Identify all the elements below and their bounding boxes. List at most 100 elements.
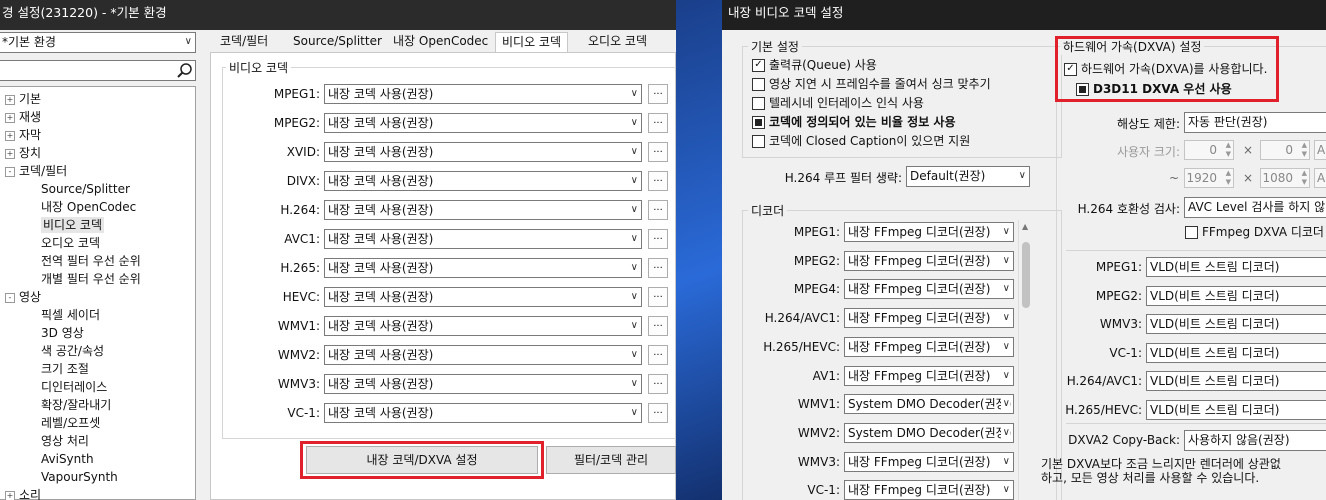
codec-options-button[interactable]: ... (648, 84, 668, 104)
tree-item[interactable]: - 코덱/필터 (5, 163, 67, 179)
tree-item[interactable]: + 기본 (5, 91, 41, 107)
expand-icon[interactable]: + (5, 490, 15, 500)
tree-item[interactable]: 영상 처리 (41, 433, 89, 449)
tree-item[interactable]: Source/Splitter (41, 181, 130, 197)
tree-item[interactable]: 디인터레이스 (41, 379, 107, 395)
profile-combo[interactable]: *기본 환경 ∨ (0, 32, 196, 53)
tree-item[interactable]: 레벨/오프셋 (41, 415, 100, 431)
tree-item[interactable]: + 자막 (5, 127, 41, 143)
tree-search-input[interactable] (0, 60, 196, 81)
codec-row-combo[interactable]: 내장 코덱 사용(권장) ∨ (324, 403, 642, 423)
ffmpeg-dxva-checkbox[interactable]: FFmpeg DXVA 디코더 사 (1185, 224, 1326, 240)
tree-item[interactable]: 픽셀 세이더 (41, 307, 100, 323)
decoder-row-combo[interactable]: System DMO Decoder(권장) ∨ (844, 422, 1014, 443)
codec-row-value: 내장 코덱 사용(권장) (328, 116, 434, 130)
codec-row-combo[interactable]: 내장 코덱 사용(권장) ∨ (324, 316, 642, 336)
decoder-row-combo[interactable]: 내장 FFmpeg 디코더(권장) ∨ (844, 480, 1014, 500)
expand-icon[interactable]: + (5, 94, 15, 105)
codec-row-combo[interactable]: 내장 코덱 사용(권장) ∨ (324, 171, 642, 191)
copyback-combo[interactable]: 사용하지 않음(권장) (1184, 430, 1326, 451)
tree-item[interactable]: VapourSynth (41, 469, 118, 485)
tree-item[interactable]: AviSynth (41, 451, 94, 467)
tab-video-codec[interactable]: 비디오 코덱 (495, 32, 569, 53)
tab-source-splitter[interactable]: Source/Splitter (287, 32, 388, 52)
collapse-icon[interactable]: - (5, 292, 15, 303)
codec-row-combo[interactable]: 내장 코덱 사용(권장) ∨ (324, 345, 642, 365)
user-width-min-spin[interactable]: 0 ▲ ▼ (1184, 140, 1234, 160)
tree-item[interactable]: - 영상 (5, 289, 41, 305)
basic-setting-checkbox[interactable]: 텔레시네 인터레이스 인식 사용 (752, 95, 924, 111)
codec-options-button[interactable]: ... (648, 374, 668, 394)
tree-item[interactable]: 크기 조절 (41, 361, 89, 377)
codec-options-button[interactable]: ... (648, 287, 668, 307)
collapse-icon[interactable]: - (5, 166, 15, 177)
resolution-limit-combo[interactable]: 자동 판단(권장) (1184, 112, 1326, 133)
tree-item[interactable]: + 소리 (5, 487, 41, 500)
codec-options-button[interactable]: ... (648, 258, 668, 278)
filter-codec-manage-button[interactable]: 필터/코덱 관리 (546, 446, 676, 474)
tree-item[interactable]: 비디오 코덱 (41, 217, 105, 233)
decoder-row-combo[interactable]: System DMO Decoder(권장) ∨ (844, 394, 1014, 415)
h264-compat-combo[interactable]: AVC Level 검사를 하지 않 (1184, 197, 1326, 218)
decoder-row-combo[interactable]: 내장 FFmpeg 디코더(권장) ∨ (844, 222, 1014, 242)
codec-row-combo[interactable]: 내장 코덱 사용(권장) ∨ (324, 258, 642, 278)
tree-item-label: 영상 처리 (41, 434, 89, 448)
h264-loop-filter-combo[interactable]: Default(권장) ∨ (906, 166, 1030, 187)
expand-icon[interactable]: + (5, 148, 15, 159)
decoder-row-combo[interactable]: 내장 FFmpeg 디코더(권장) ∨ (844, 451, 1014, 472)
codec-row-combo[interactable]: 내장 코덱 사용(권장) ∨ (324, 142, 642, 162)
tree-item[interactable]: 색 공간/속성 (41, 343, 104, 359)
codec-options-button[interactable]: ... (648, 403, 668, 423)
dxva-mode-combo[interactable]: VLD(비트 스트림 디코더) (1146, 285, 1326, 306)
tree-item[interactable]: 개별 필터 우선 순위 (41, 271, 141, 287)
tree-item[interactable]: 내장 OpenCodec (41, 199, 136, 215)
expand-icon[interactable]: + (5, 130, 15, 141)
dxva-mode-combo[interactable]: VLD(비트 스트림 디코더) (1146, 257, 1326, 277)
tree-item[interactable]: + 재생 (5, 109, 41, 125)
dxva-mode-combo[interactable]: VLD(비트 스트림 디코더) (1146, 400, 1326, 420)
tab-audio-codec[interactable]: 오디오 코덱 (582, 32, 653, 52)
codec-options-button[interactable]: ... (648, 229, 668, 249)
codec-options-button[interactable]: ... (648, 200, 668, 220)
codec-row-combo[interactable]: 내장 코덱 사용(권장) ∨ (324, 200, 642, 220)
codec-options-button[interactable]: ... (648, 345, 668, 365)
codec-row-combo[interactable]: 내장 코덱 사용(권장) ∨ (324, 374, 642, 394)
basic-setting-checkbox[interactable]: 코덱에 Closed Caption이 있으면 지원 (752, 133, 970, 149)
codec-options-button[interactable]: ... (648, 316, 668, 336)
dxva-mode-value: VLD(비트 스트림 디코더) (1150, 403, 1280, 417)
tree-item[interactable]: 전역 필터 우선 순위 (41, 253, 141, 269)
decoder-scrollbar[interactable]: ▲ (1018, 220, 1033, 500)
decoder-row-combo[interactable]: 내장 FFmpeg 디코더(권장) ∨ (844, 250, 1014, 271)
user-height-min-spin[interactable]: 0 ▲ ▼ (1260, 140, 1310, 160)
basic-setting-label: 영상 지연 시 프레임수를 줄여서 싱크 맞추기 (769, 77, 991, 91)
codec-options-button[interactable]: ... (648, 113, 668, 133)
scroll-thumb[interactable] (1022, 242, 1030, 308)
tree-item[interactable]: 확장/잘라내기 (41, 397, 111, 413)
decoder-row-combo[interactable]: 내장 FFmpeg 디코더(권장) ∨ (844, 308, 1014, 329)
tree-item[interactable]: 3D 영상 (41, 325, 84, 341)
tree-item[interactable]: + 장치 (5, 145, 41, 161)
tab-opencodec[interactable]: 내장 OpenCodec (387, 32, 494, 52)
codec-row-combo[interactable]: 내장 코덱 사용(권장) ∨ (324, 287, 642, 307)
decoder-row-combo[interactable]: 내장 FFmpeg 디코더(권장) ∨ (844, 336, 1014, 357)
dxva-mode-combo[interactable]: VLD(비트 스트림 디코더) (1146, 342, 1326, 363)
user-height-max-spin[interactable]: 1080 ▲ ▼ (1260, 168, 1310, 188)
codec-row-combo[interactable]: 내장 코덱 사용(권장) ∨ (324, 84, 642, 104)
codec-row-combo[interactable]: 내장 코덱 사용(권장) ∨ (324, 113, 642, 133)
dxva-mode-combo[interactable]: VLD(비트 스트림 디코더) (1146, 371, 1326, 392)
decoder-row-combo[interactable]: 내장 FFmpeg 디코더(권장) ∨ (844, 279, 1014, 300)
basic-setting-checkbox[interactable]: 영상 지연 시 프레임수를 줄여서 싱크 맞추기 (752, 76, 991, 92)
dxva-mode-combo[interactable]: VLD(비트 스트림 디코더) (1146, 314, 1326, 335)
tab-codec-filter[interactable]: 코덱/필터 (214, 32, 274, 52)
user-width-max-spin[interactable]: 1920 ▲ ▼ (1184, 168, 1234, 188)
codec-row-combo[interactable]: 내장 코덱 사용(권장) ∨ (324, 229, 642, 249)
codec-options-button[interactable]: ... (648, 142, 668, 162)
tree-item[interactable]: 오디오 코덱 (41, 235, 100, 251)
scroll-up-icon[interactable]: ▲ (1022, 222, 1028, 231)
times-sign-2: × (1243, 171, 1254, 185)
decoder-row-combo[interactable]: 내장 FFmpeg 디코더(권장) ∨ (844, 365, 1014, 386)
basic-setting-checkbox[interactable]: 코덱에 정의되어 있는 비율 정보 사용 (752, 114, 956, 130)
expand-icon[interactable]: + (5, 112, 15, 123)
codec-options-button[interactable]: ... (648, 171, 668, 191)
basic-setting-checkbox[interactable]: ✓ 출력큐(Queue) 사용 (752, 57, 877, 73)
